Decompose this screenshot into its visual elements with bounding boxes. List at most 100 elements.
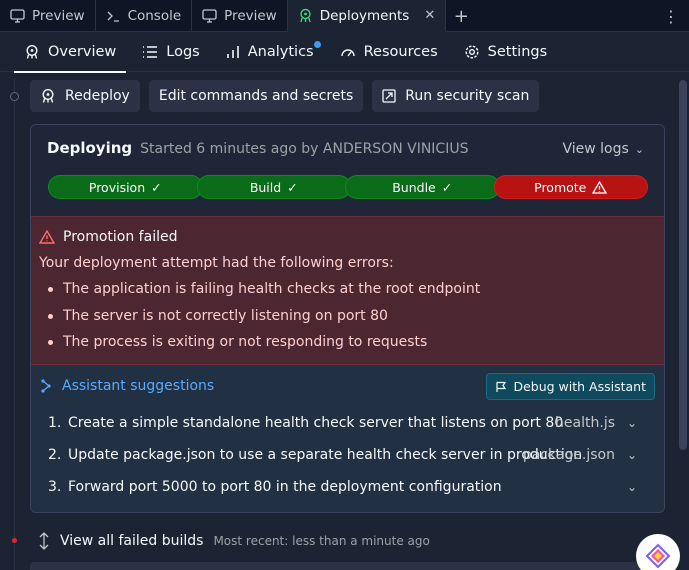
suggestion-number: 2. — [48, 447, 62, 463]
gauge-icon — [340, 49, 355, 57]
suggestion-file: package.json — [522, 447, 615, 463]
timeline-node — [10, 92, 19, 101]
suggestion-item[interactable]: 3. Forward port 5000 to port 80 in the d… — [40, 471, 655, 503]
assistant-title: Assistant suggestions — [62, 378, 215, 394]
suggestion-file: health.js — [555, 415, 615, 431]
edit-commands-button[interactable]: Edit commands and secrets — [148, 80, 364, 112]
chat-flag-icon — [496, 381, 507, 392]
suggestion-item[interactable]: 2. Update package.json to use a separate… — [40, 439, 655, 471]
error-title-text: Promotion failed — [63, 229, 178, 245]
warning-icon — [39, 230, 55, 244]
nav-resources[interactable]: Resources — [330, 32, 448, 72]
deployment-status-title: Deploying — [47, 139, 133, 157]
error-panel: Promotion failed Your deployment attempt… — [31, 216, 664, 365]
nav-label: Overview — [48, 44, 117, 60]
stage-promote: Promote — [493, 175, 648, 199]
assistant-fab[interactable] — [636, 534, 680, 570]
debug-with-assistant-button[interactable]: Debug with Assistant — [486, 373, 655, 400]
security-scan-label: Run security scan — [405, 88, 530, 104]
check-icon: ✓ — [287, 179, 298, 195]
nav-label: Resources — [363, 44, 438, 60]
monitor-icon — [10, 9, 25, 23]
list-icon — [143, 46, 158, 58]
debug-button-label: Debug with Assistant — [513, 379, 646, 394]
error-list: The application is failing health checks… — [39, 279, 656, 359]
next-card-edge — [30, 562, 665, 570]
error-title: Promotion failed — [39, 229, 656, 245]
terminal-icon — [107, 11, 119, 22]
failed-builds-label: View all failed builds — [60, 533, 204, 549]
stage-label: Bundle — [392, 179, 436, 195]
add-tab-icon[interactable]: + — [446, 0, 476, 32]
deployment-pipeline: Provision ✓ Build ✓ Bundle ✓ Promote — [48, 175, 648, 199]
view-failed-builds[interactable]: View all failed builds Most recent: less… — [38, 530, 430, 552]
deploy-icon — [26, 44, 38, 59]
failed-builds-meta: Most recent: less than a minute ago — [213, 534, 430, 548]
close-icon[interactable]: ✕ — [424, 8, 435, 23]
view-logs-button[interactable]: View logs ⌄ — [562, 141, 644, 157]
suggestion-item[interactable]: 1. Create a simple standalone health che… — [40, 407, 655, 439]
stage-label: Promote — [534, 179, 587, 195]
nav-analytics[interactable]: Analytics — [216, 32, 324, 72]
more-options-icon[interactable]: ⋮ — [663, 0, 679, 32]
nav-label: Analytics — [247, 44, 314, 60]
nav-label: Settings — [487, 44, 548, 60]
redeploy-button[interactable]: Redeploy — [30, 80, 140, 112]
stage-bundle: Bundle ✓ — [345, 175, 500, 199]
check-icon: ✓ — [441, 179, 453, 195]
nav-overview[interactable]: Overview — [14, 32, 127, 73]
assistant-logo-icon — [645, 543, 671, 569]
tab-label: Deployments — [319, 7, 410, 24]
tab-preview-1[interactable]: Preview — [0, 0, 96, 32]
stage-build: Build ✓ — [196, 175, 351, 199]
redeploy-label: Redeploy — [65, 88, 130, 104]
expand-vertical-icon — [39, 532, 49, 550]
error-item: The process is exiting or not responding… — [39, 332, 656, 359]
tab-console[interactable]: Console — [96, 0, 193, 32]
scrollbar[interactable] — [679, 80, 687, 450]
chevron-down-icon[interactable]: ⌄ — [627, 448, 637, 462]
stage-label: Build — [249, 179, 282, 195]
timeline-line — [14, 78, 15, 570]
deployment-actions: Redeploy Edit commands and secrets Run s… — [30, 80, 540, 112]
tab-deployments[interactable]: Deployments ✕ — [287, 0, 447, 32]
check-icon: ✓ — [151, 179, 162, 195]
bar-chart-icon — [226, 46, 239, 58]
tab-label: Preview — [224, 8, 277, 24]
suggestion-number: 3. — [48, 479, 62, 495]
chevron-down-icon: ⌄ — [634, 142, 644, 156]
deployment-header: Deploying Started 6 minutes ago by ANDER… — [31, 125, 664, 217]
timeline-failure-node — [12, 538, 17, 543]
edit-commands-label: Edit commands and secrets — [158, 88, 354, 104]
tab-preview-2[interactable]: Preview — [192, 0, 288, 32]
nav-label: Logs — [166, 44, 200, 60]
view-logs-label: View logs — [562, 141, 629, 157]
security-scan-button[interactable]: Run security scan — [372, 80, 540, 112]
error-item: The server is not correctly listening on… — [39, 306, 656, 333]
assistant-icon — [41, 379, 51, 393]
deployment-started-text: Started 6 minutes ago by ANDERSON VINICI… — [140, 141, 469, 157]
tab-bar: Preview Console Preview Deployments ✕ + … — [0, 0, 689, 32]
deployment-card: Deploying Started 6 minutes ago by ANDER… — [30, 124, 665, 513]
nav-logs[interactable]: Logs — [132, 32, 209, 72]
tab-label: Console — [127, 8, 182, 24]
deploy-icon — [42, 88, 54, 103]
nav-settings[interactable]: Settings — [454, 32, 557, 72]
scan-icon — [382, 89, 396, 103]
suggestion-number: 1. — [48, 415, 62, 431]
assistant-suggestions-panel: Assistant suggestions Debug with Assista… — [31, 365, 664, 512]
error-intro: Your deployment attempt had the followin… — [39, 255, 394, 271]
chevron-down-icon[interactable]: ⌄ — [627, 480, 637, 494]
error-item: The application is failing health checks… — [39, 279, 656, 306]
warning-icon — [592, 180, 608, 194]
suggestion-text: Update package.json to use a separate he… — [68, 447, 583, 463]
suggestion-text: Forward port 5000 to port 80 in the depl… — [68, 479, 502, 495]
deployments-icon — [300, 8, 311, 23]
stage-label: Provision — [88, 179, 146, 195]
gear-icon — [465, 45, 479, 59]
tab-label: Preview — [32, 8, 85, 24]
monitor-icon — [202, 9, 217, 23]
chevron-down-icon[interactable]: ⌄ — [627, 416, 637, 430]
stage-provision: Provision ✓ — [48, 175, 203, 199]
suggestion-text: Create a simple standalone health check … — [68, 415, 564, 431]
